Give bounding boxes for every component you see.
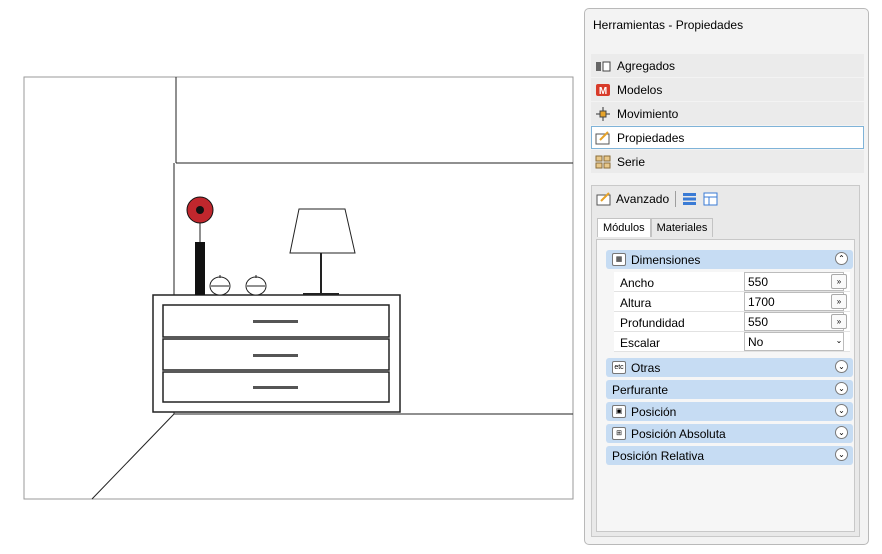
expand-icon[interactable]: ⌄ bbox=[835, 382, 848, 395]
models-icon: M bbox=[595, 83, 611, 97]
prop-row-ancho: Ancho 550 » bbox=[614, 272, 850, 292]
collapse-icon[interactable]: ⌃ bbox=[835, 252, 848, 265]
viewport-frame bbox=[23, 76, 574, 500]
nav-label: Agregados bbox=[617, 58, 676, 73]
altura-input[interactable]: 1700 bbox=[744, 292, 844, 311]
tool-nav: Agregados M Modelos Movimiento Propiedad… bbox=[591, 54, 864, 174]
section-posicion[interactable]: ▣ Posición ⌄ bbox=[606, 402, 853, 421]
nav-item-agregados[interactable]: Agregados bbox=[591, 54, 864, 77]
tab-materiales[interactable]: Materiales bbox=[650, 218, 714, 237]
properties-panel: Herramientas - Propiedades Agregados M M… bbox=[584, 8, 869, 545]
properties-icon bbox=[595, 130, 611, 145]
prop-row-escalar: Escalar No ⌄ bbox=[614, 332, 850, 352]
tab-strip: Módulos Materiales bbox=[597, 218, 714, 237]
prop-label: Escalar bbox=[620, 336, 661, 350]
grid-view-icon[interactable] bbox=[703, 192, 718, 206]
ancho-input[interactable]: 550 bbox=[744, 272, 844, 291]
dresser[interactable] bbox=[152, 294, 401, 413]
svg-text:M: M bbox=[599, 86, 607, 97]
prop-label: Altura bbox=[620, 296, 652, 310]
expand-value-button[interactable]: » bbox=[831, 314, 847, 329]
panel-title: Herramientas - Propiedades bbox=[593, 18, 744, 32]
section-label: Posición Absoluta bbox=[631, 426, 726, 441]
section-label: Perfurante bbox=[612, 382, 669, 397]
nav-item-serie[interactable]: Serie bbox=[591, 150, 864, 173]
section-label: Dimensiones bbox=[631, 252, 701, 267]
expand-icon[interactable]: ⌄ bbox=[835, 360, 848, 373]
list-view-icon[interactable] bbox=[682, 192, 697, 206]
section-dimensiones[interactable]: ▦ Dimensiones ⌃ bbox=[606, 250, 853, 269]
nav-label: Serie bbox=[617, 154, 646, 169]
prop-row-altura: Altura 1700 » bbox=[614, 292, 850, 312]
absolute-position-icon: ⊞ bbox=[612, 427, 626, 440]
section-otras[interactable]: etc Otras ⌄ bbox=[606, 358, 853, 377]
nav-label: Modelos bbox=[617, 82, 663, 97]
expand-value-button[interactable]: » bbox=[831, 274, 847, 289]
section-perfurante[interactable]: Perfurante ⌄ bbox=[606, 380, 853, 399]
series-icon bbox=[595, 155, 611, 169]
expand-icon[interactable]: ⌄ bbox=[835, 448, 848, 461]
nav-item-movimiento[interactable]: Movimiento bbox=[591, 102, 864, 125]
prop-label: Ancho bbox=[620, 276, 655, 290]
etc-icon: etc bbox=[612, 361, 626, 374]
move-icon bbox=[595, 106, 611, 121]
section-label: Posición Relativa bbox=[612, 448, 705, 463]
nav-label: Propiedades bbox=[617, 130, 685, 145]
advanced-toolbar: Avanzado bbox=[596, 189, 718, 209]
nav-item-propiedades[interactable]: Propiedades bbox=[591, 126, 864, 149]
section-posicion-absoluta[interactable]: ⊞ Posición Absoluta ⌄ bbox=[606, 424, 853, 443]
properties-icon bbox=[596, 192, 612, 206]
position-icon: ▣ bbox=[612, 405, 626, 418]
aggregates-icon bbox=[595, 59, 611, 73]
section-label: Otras bbox=[631, 360, 661, 375]
section-posicion-relativa[interactable]: Posición Relativa ⌄ bbox=[606, 446, 853, 465]
advanced-label[interactable]: Avanzado bbox=[616, 192, 669, 206]
section-label: Posición bbox=[631, 404, 677, 419]
expand-icon[interactable]: ⌄ bbox=[835, 404, 848, 417]
nav-item-modelos[interactable]: M Modelos bbox=[591, 78, 864, 101]
expand-value-button[interactable]: » bbox=[831, 294, 847, 309]
prop-label: Profundidad bbox=[620, 316, 685, 330]
prop-row-profundidad: Profundidad 550 » bbox=[614, 312, 850, 332]
viewport-3d[interactable] bbox=[0, 0, 580, 554]
profundidad-input[interactable]: 550 bbox=[744, 312, 844, 331]
advanced-panel: Avanzado Módulos Materiales ▦ Dimensione… bbox=[591, 185, 860, 537]
dimensions-icon: ▦ bbox=[612, 253, 626, 266]
chevron-down-icon[interactable]: ⌄ bbox=[831, 334, 847, 349]
tab-modulos[interactable]: Módulos bbox=[597, 218, 651, 237]
expand-icon[interactable]: ⌄ bbox=[835, 426, 848, 439]
nav-label: Movimiento bbox=[617, 106, 679, 121]
escalar-select[interactable]: No bbox=[744, 332, 844, 351]
modules-tab-content: ▦ Dimensiones ⌃ Ancho 550 » Altura 1700 … bbox=[596, 239, 855, 532]
toolbar-separator bbox=[675, 191, 677, 207]
